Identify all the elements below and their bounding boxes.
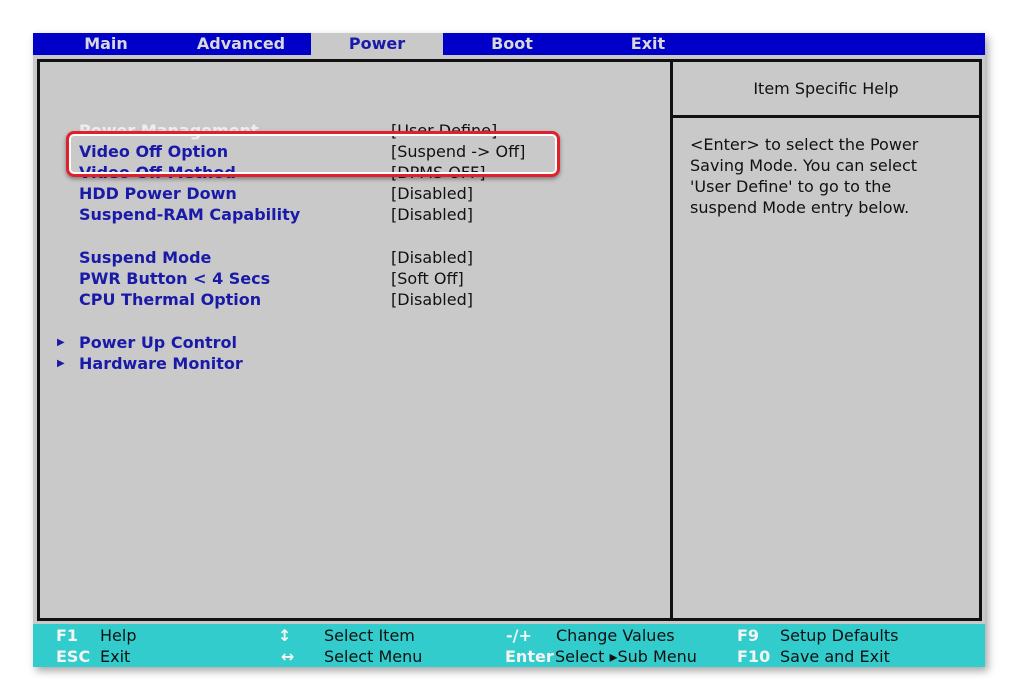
help-text: <Enter> to select the Power Saving Mode.… <box>690 135 919 217</box>
key-leftright-desc: Select Menu <box>324 647 423 666</box>
setting-label: Suspend Mode <box>79 248 212 267</box>
setting-label: HDD Power Down <box>79 184 237 203</box>
key-f10-desc: Save and Exit <box>780 647 890 666</box>
left-right-arrow-icon: ↔ <box>281 647 295 666</box>
setting-label: CPU Thermal Option <box>79 290 262 309</box>
submenu-power-up-control[interactable]: ▶ Power Up Control <box>40 332 660 353</box>
tab-power[interactable]: Power <box>311 33 443 55</box>
key-minus-plus: -/+ <box>506 626 532 645</box>
setting-row-pwr-button[interactable]: PWR Button < 4 Secs [Soft Off] <box>40 268 660 289</box>
menu-bar: Main Advanced Power Boot Exit <box>33 33 985 55</box>
panel-divider <box>670 62 673 618</box>
setting-row-hdd-power-down[interactable]: HDD Power Down [Disabled] <box>40 183 660 204</box>
help-divider <box>673 115 979 118</box>
tab-boot[interactable]: Boot <box>447 33 577 55</box>
tab-exit[interactable]: Exit <box>585 33 711 55</box>
submenu-hardware-monitor[interactable]: ▶ Hardware Monitor <box>40 353 660 374</box>
selection-highlight <box>66 131 560 177</box>
key-enter: Enter <box>505 647 554 666</box>
help-title: Item Specific Help <box>753 79 899 98</box>
key-esc: ESC <box>56 647 91 666</box>
setting-row-suspend-mode[interactable]: Suspend Mode [Disabled] <box>40 247 660 268</box>
setting-value[interactable]: [Disabled] <box>391 183 473 204</box>
tab-advanced[interactable]: Advanced <box>173 33 309 55</box>
key-f10: F10 <box>737 647 771 666</box>
key-esc-desc: Exit <box>100 647 131 666</box>
bios-screen: Main Advanced Power Boot Exit Item Speci… <box>33 33 985 667</box>
setting-label: PWR Button < 4 Secs <box>79 269 271 288</box>
key-minus-plus-desc: Change Values <box>556 626 675 645</box>
triangle-right-icon: ▶ <box>57 358 65 369</box>
triangle-right-icon: ▶ <box>57 337 65 348</box>
key-f9: F9 <box>737 626 760 645</box>
setting-value[interactable]: [Disabled] <box>391 247 473 268</box>
key-legend: F1 Help ESC Exit ↕ Select Item ↔ Select … <box>33 624 985 667</box>
tab-main[interactable]: Main <box>47 33 165 55</box>
setting-row-cpu-thermal[interactable]: CPU Thermal Option [Disabled] <box>40 289 660 310</box>
setting-row-suspend-ram[interactable]: Suspend-RAM Capability [Disabled] <box>40 204 660 225</box>
key-f1-desc: Help <box>100 626 137 645</box>
submenu-label: Hardware Monitor <box>79 354 243 373</box>
setting-value[interactable]: [Disabled] <box>391 289 473 310</box>
key-f1: F1 <box>56 626 79 645</box>
main-panel: Item Specific Help <Enter> to select the… <box>37 59 982 621</box>
key-f9-desc: Setup Defaults <box>780 626 899 645</box>
submenu-label: Power Up Control <box>79 333 237 352</box>
key-enter-desc: Select ▸Sub Menu <box>555 647 697 666</box>
up-down-arrow-icon: ↕ <box>278 626 292 645</box>
setting-value[interactable]: [Soft Off] <box>391 268 464 289</box>
setting-value[interactable]: [Disabled] <box>391 204 473 225</box>
setting-label: Suspend-RAM Capability <box>79 205 301 224</box>
key-updown-desc: Select Item <box>324 626 415 645</box>
